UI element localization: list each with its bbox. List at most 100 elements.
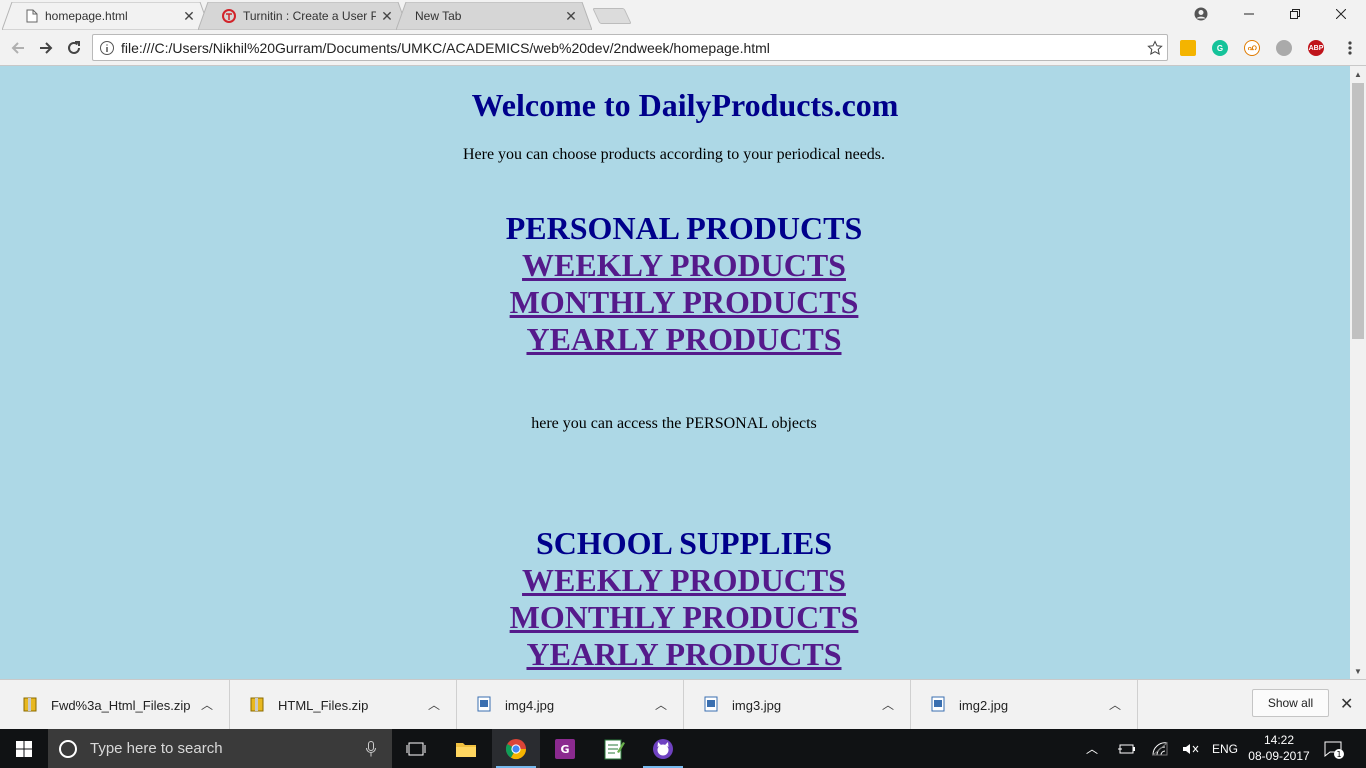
language-indicator[interactable]: ENG — [1212, 729, 1238, 768]
section-heading-personal: PERSONAL PRODUCTS — [505, 210, 863, 246]
download-item[interactable]: img3.jpg ︿ — [684, 680, 911, 730]
wifi-icon[interactable] — [1152, 729, 1168, 768]
link-school-yearly[interactable]: YEARLY PRODUCTS — [0, 636, 1350, 673]
taskbar-search[interactable]: Type here to search — [48, 729, 392, 768]
cloud-extension-icon[interactable] — [1276, 40, 1292, 56]
notepad-app-icon[interactable] — [590, 729, 638, 768]
link-personal-weekly[interactable]: WEEKLY PRODUCTS — [0, 247, 1350, 284]
scroll-down-icon[interactable]: ▼ — [1350, 663, 1366, 679]
close-icon[interactable]: ✕ — [380, 9, 394, 23]
zip-file-icon — [23, 697, 37, 712]
image-file-icon — [477, 696, 491, 712]
pdf-app-icon[interactable]: G — [541, 729, 589, 768]
microphone-icon[interactable] — [366, 741, 376, 757]
turnitin-icon — [222, 9, 236, 23]
link-personal-yearly[interactable]: YEARLY PRODUCTS — [0, 321, 1350, 358]
download-item[interactable]: Fwd%3a_Html_Files.zip ︿ — [3, 680, 230, 730]
forward-button[interactable] — [34, 36, 58, 60]
search-placeholder: Type here to search — [90, 740, 223, 757]
chevron-up-icon[interactable]: ︿ — [428, 696, 440, 713]
minimize-button[interactable] — [1226, 0, 1272, 28]
keep-extension-icon[interactable] — [1180, 40, 1196, 56]
close-icon[interactable]: ✕ — [182, 9, 196, 23]
adblock-plus-icon[interactable]: ABP — [1308, 40, 1324, 56]
close-window-button[interactable] — [1318, 0, 1364, 28]
show-hidden-icons-chevron-icon[interactable]: ︿ — [1086, 729, 1098, 768]
download-filename: img3.jpg — [732, 698, 782, 713]
tab-new-tab[interactable]: New Tab ✕ — [396, 2, 592, 30]
chevron-up-icon[interactable]: ︿ — [201, 696, 213, 713]
address-bar[interactable]: file:///C:/Users/Nikhil%20Gurram/Documen… — [92, 34, 1168, 61]
close-icon[interactable]: ✕ — [1340, 694, 1353, 714]
page-viewport: Welcome to DailyProducts.com Here you ca… — [0, 66, 1350, 679]
browser-toolbar: file:///C:/Users/Nikhil%20Gurram/Documen… — [0, 30, 1366, 66]
bookmark-star-icon[interactable] — [1147, 40, 1163, 56]
document-icon — [26, 9, 38, 23]
link-school-weekly[interactable]: WEEKLY PRODUCTS — [0, 562, 1350, 599]
link-text[interactable]: WEEKLY PRODUCTS — [522, 562, 846, 598]
menu-icon[interactable] — [1338, 36, 1362, 60]
link-text[interactable]: YEARLY PRODUCTS — [526, 321, 841, 357]
tab-title: Turnitin : Create a User P — [243, 9, 376, 23]
tab-title: homepage.html — [45, 9, 128, 23]
restore-button[interactable] — [1272, 0, 1318, 28]
scroll-up-icon[interactable]: ▲ — [1350, 66, 1366, 82]
hangouts-extension-icon[interactable]: ഹ — [1244, 40, 1260, 56]
github-desktop-icon[interactable] — [639, 729, 687, 768]
image-file-icon — [931, 696, 945, 712]
start-button[interactable] — [0, 729, 48, 768]
tab-homepage[interactable]: homepage.html ✕ — [2, 2, 210, 30]
link-text[interactable]: MONTHLY PRODUCTS — [510, 599, 859, 635]
info-icon[interactable] — [99, 40, 115, 56]
download-item[interactable]: img2.jpg ︿ — [911, 680, 1138, 730]
svg-text:G: G — [560, 743, 569, 756]
download-item[interactable]: HTML_Files.zip ︿ — [230, 680, 457, 730]
notification-count: 1 — [1336, 750, 1341, 759]
tab-title: New Tab — [415, 9, 462, 23]
section-text-personal: here you can access the PERSONAL objects — [531, 415, 817, 432]
close-icon[interactable]: ✕ — [564, 9, 578, 23]
link-text[interactable]: WEEKLY PRODUCTS — [522, 247, 846, 283]
battery-icon[interactable] — [1118, 729, 1136, 768]
chrome-icon[interactable] — [492, 729, 540, 768]
cortana-icon — [59, 739, 77, 758]
profile-icon[interactable] — [1178, 0, 1224, 28]
new-tab-button[interactable] — [592, 8, 632, 24]
file-explorer-icon[interactable] — [442, 729, 490, 768]
chevron-up-icon[interactable]: ︿ — [1109, 696, 1121, 713]
windows-taskbar: Type here to search G ︿ ENG 14:22 08-09-… — [0, 729, 1366, 768]
clock-time: 14:22 — [1263, 733, 1295, 747]
link-school-monthly[interactable]: MONTHLY PRODUCTS — [0, 599, 1350, 636]
downloads-bar: Fwd%3a_Html_Files.zip ︿ HTML_Files.zip ︿… — [0, 679, 1366, 730]
windows-logo-icon — [16, 740, 32, 757]
download-filename: HTML_Files.zip — [278, 698, 369, 713]
download-filename: img4.jpg — [505, 698, 555, 713]
chevron-up-icon[interactable]: ︿ — [882, 696, 894, 713]
intro-text: Here you can choose products according t… — [462, 146, 886, 163]
vertical-scrollbar[interactable]: ▲ ▼ — [1350, 66, 1366, 679]
show-all-button[interactable]: Show all — [1252, 689, 1329, 717]
scrollbar-thumb[interactable] — [1352, 83, 1364, 339]
link-text[interactable]: MONTHLY PRODUCTS — [510, 284, 859, 320]
reload-button[interactable] — [62, 36, 86, 60]
tab-turnitin[interactable]: Turnitin : Create a User P ✕ — [198, 2, 408, 30]
section-heading-school: SCHOOL SUPPLIES — [535, 525, 833, 561]
tab-strip: homepage.html ✕ Turnitin : Create a User… — [0, 0, 1366, 30]
task-view-icon[interactable] — [392, 729, 440, 768]
volume-muted-icon[interactable] — [1182, 729, 1200, 768]
action-center-icon[interactable]: 1 — [1324, 729, 1344, 768]
system-clock[interactable]: 14:22 08-09-2017 — [1244, 732, 1314, 764]
grammarly-extension-icon[interactable]: G — [1212, 40, 1228, 56]
download-filename: img2.jpg — [959, 698, 1009, 713]
clock-date: 08-09-2017 — [1248, 749, 1310, 763]
zip-file-icon — [250, 697, 264, 712]
chevron-up-icon[interactable]: ︿ — [655, 696, 667, 713]
page-title: Welcome to DailyProducts.com — [471, 87, 899, 123]
link-text[interactable]: YEARLY PRODUCTS — [526, 636, 841, 672]
back-button[interactable] — [6, 36, 30, 60]
link-personal-monthly[interactable]: MONTHLY PRODUCTS — [0, 284, 1350, 321]
image-file-icon — [704, 696, 718, 712]
download-filename: Fwd%3a_Html_Files.zip — [51, 698, 191, 713]
url-text[interactable]: file:///C:/Users/Nikhil%20Gurram/Documen… — [121, 40, 770, 56]
download-item[interactable]: img4.jpg ︿ — [457, 680, 684, 730]
